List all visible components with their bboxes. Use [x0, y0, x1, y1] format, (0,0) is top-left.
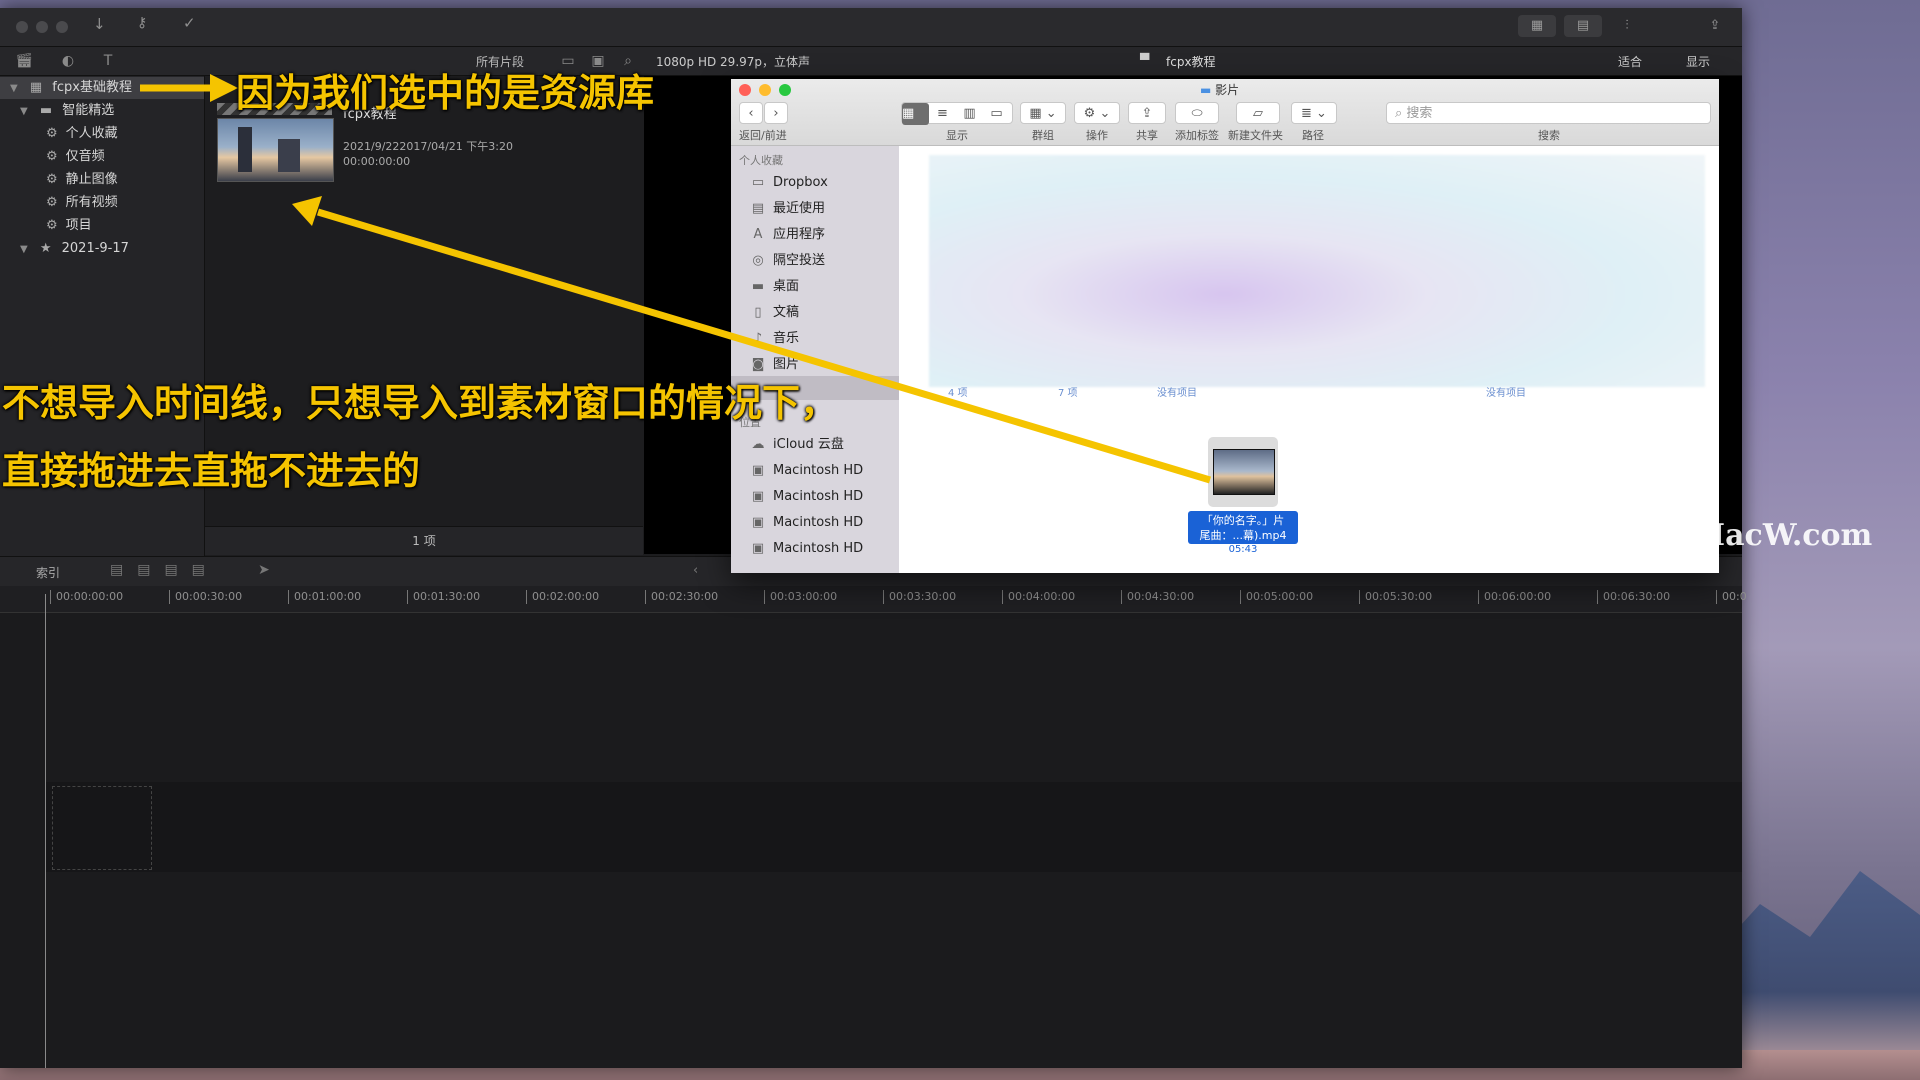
annotation-line1: 不想导入时间线，只想导入到素材窗口的情况下，: [2, 381, 839, 425]
arrowhead-library: [210, 74, 238, 102]
watermark-logo-icon: [1555, 521, 1599, 557]
annotation-top: 因为我们选中的是资源库: [236, 71, 655, 115]
arrow-to-browser: [316, 208, 1212, 484]
watermark-text: www.MacW.com: [1607, 518, 1873, 553]
arrowhead-browser: [292, 196, 322, 226]
annotation-line2: 直接拖进去直拖不进去的: [2, 449, 421, 493]
